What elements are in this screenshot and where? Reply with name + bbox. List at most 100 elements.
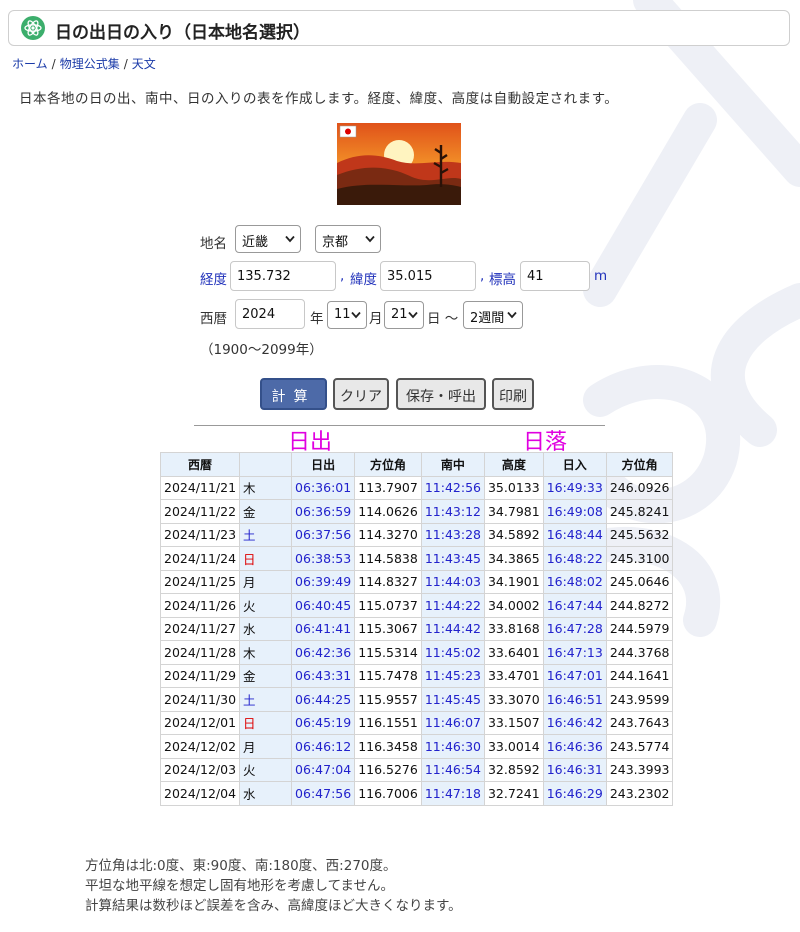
note-line: 平坦な地平線を想定し固有地形を考慮してません。 (85, 878, 395, 894)
cell-sunrise-azimuth: 116.1551 (354, 710, 422, 735)
cell-sunset-azimuth: 243.3993 (605, 757, 674, 782)
cell-transit: 11:43:45 (420, 546, 485, 571)
cell-sunset-azimuth: 243.7643 (605, 710, 674, 735)
breadcrumb-astronomy-link[interactable]: 天文 (132, 57, 156, 71)
cell-transit: 11:46:54 (420, 757, 485, 782)
cell-sunrise: 06:36:59 (291, 499, 356, 524)
cell-sunset-azimuth: 243.5774 (605, 734, 674, 759)
cell-transit: 11:46:07 (420, 710, 485, 735)
period-select[interactable]: 2週間 (463, 301, 523, 329)
region-select[interactable]: 近畿 (235, 225, 301, 253)
cell-weekday: 火 (239, 593, 293, 618)
cell-sunrise: 06:43:31 (291, 663, 356, 688)
cell-sunset-azimuth: 244.1641 (605, 663, 674, 688)
print-button[interactable]: 印刷 (492, 378, 534, 410)
place-label: 地名 (200, 236, 227, 252)
cell-sunrise: 06:40:45 (291, 593, 356, 618)
cell-sunset: 16:46:51 (542, 687, 607, 712)
city-select[interactable]: 京都 (315, 225, 381, 253)
latitude-input[interactable]: 35.015 (380, 261, 476, 291)
cell-sunrise-azimuth: 114.3270 (354, 522, 422, 547)
table-row: 2024/12/03 火 06:47:04 116.5276 11:46:54 32.85… (159, 757, 674, 782)
header-transit: 南中 (420, 452, 485, 477)
calculate-button[interactable]: 計算 (260, 378, 327, 410)
cell-sunrise-azimuth: 113.7907 (354, 475, 422, 500)
cell-sunset: 16:47:13 (542, 640, 607, 665)
cell-sunset-azimuth: 245.3100 (605, 546, 674, 571)
year-input[interactable]: 2024 (235, 299, 305, 329)
cell-weekday: 木 (239, 475, 293, 500)
header-altitude: 高度 (483, 452, 544, 477)
header-date: 西暦 (159, 452, 241, 477)
day-select[interactable]: 21 (384, 301, 424, 329)
cell-weekday: 水 (239, 616, 293, 641)
table-body: 2024/11/21 木 06:36:01 113.7907 11:42:56 35.01… (159, 475, 674, 806)
cell-date: 2024/12/01 (159, 710, 241, 735)
table-header-row: 西暦 日出 方位角 南中 高度 日入 方位角 (159, 452, 674, 477)
table-row: 2024/11/26 火 06:40:45 115.0737 11:44:22 34.00… (159, 593, 674, 618)
cell-altitude: 34.0002 (483, 593, 544, 618)
cell-sunset: 16:48:44 (542, 522, 607, 547)
note-line: 方位角は北:0度、東:90度、南:180度、西:270度。 (85, 858, 397, 874)
cell-weekday: 月 (239, 569, 293, 594)
cell-sunrise-azimuth: 114.8327 (354, 569, 422, 594)
cell-date: 2024/11/27 (159, 616, 241, 641)
year-range-note: （1900〜2099年） (200, 342, 323, 358)
breadcrumb-separator: / (123, 57, 128, 71)
cell-weekday: 土 (239, 522, 293, 547)
cell-altitude: 34.5892 (483, 522, 544, 547)
altitude-label: 標高 (489, 272, 516, 288)
header-sunset: 日入 (542, 452, 607, 477)
cell-sunset: 16:49:08 (542, 499, 607, 524)
cell-sunrise-azimuth: 115.9557 (354, 687, 422, 712)
cell-sunset: 16:48:02 (542, 569, 607, 594)
chevron-down-icon (507, 311, 517, 319)
cell-weekday: 日 (239, 710, 293, 735)
breadcrumb-separator: / (51, 57, 56, 71)
cell-altitude: 33.6401 (483, 640, 544, 665)
cell-sunset-azimuth: 244.5979 (605, 616, 674, 641)
table-row: 2024/11/30 土 06:44:25 115.9557 11:45:45 33.30… (159, 687, 674, 712)
breadcrumb-home-link[interactable]: ホーム (12, 57, 48, 71)
clear-button[interactable]: クリア (333, 378, 389, 410)
period-select-value: 2週間 (470, 311, 505, 326)
latitude-label: 緯度 (350, 272, 377, 288)
cell-sunrise: 06:37:56 (291, 522, 356, 547)
cell-altitude: 33.1507 (483, 710, 544, 735)
cell-sunrise-azimuth: 116.5276 (354, 757, 422, 782)
month-select[interactable]: 11 (327, 301, 367, 329)
page-header: 日の出日の入り（日本地名選択） (8, 10, 790, 46)
cell-date: 2024/12/04 (159, 781, 241, 806)
cell-sunset-azimuth: 245.0646 (605, 569, 674, 594)
note-line: 計算結果は数秒ほど誤差を含み、高緯度ほど大きくなります。 (85, 898, 462, 914)
cell-date: 2024/11/29 (159, 663, 241, 688)
cell-weekday: 月 (239, 734, 293, 759)
cell-sunrise: 06:36:01 (291, 475, 356, 500)
table-row: 2024/11/28 木 06:42:36 115.5314 11:45:02 33.64… (159, 640, 674, 665)
era-label: 西暦 (200, 311, 227, 327)
month-unit: 月 (369, 311, 383, 327)
save-load-button[interactable]: 保存・呼出 (396, 378, 486, 410)
cell-date: 2024/11/23 (159, 522, 241, 547)
cell-sunrise-azimuth: 115.3067 (354, 616, 422, 641)
cell-altitude: 34.1901 (483, 569, 544, 594)
cell-transit: 11:45:23 (420, 663, 485, 688)
cell-sunset-azimuth: 245.5632 (605, 522, 674, 547)
cell-sunset: 16:47:44 (542, 593, 607, 618)
breadcrumb-physics-link[interactable]: 物理公式集 (60, 57, 120, 71)
cell-sunset: 16:47:01 (542, 663, 607, 688)
comma-separator: , (340, 268, 345, 284)
table-row: 2024/11/29 金 06:43:31 115.7478 11:45:23 33.47… (159, 663, 674, 688)
longitude-input[interactable]: 135.732 (230, 261, 336, 291)
table-row: 2024/12/04 水 06:47:56 116.7006 11:47:18 32.72… (159, 781, 674, 806)
cell-altitude: 33.0014 (483, 734, 544, 759)
header-sunset-azimuth: 方位角 (605, 452, 674, 477)
cell-sunset: 16:46:29 (542, 781, 607, 806)
cell-sunrise: 06:45:19 (291, 710, 356, 735)
chevron-down-icon (365, 235, 375, 243)
chevron-down-icon (285, 235, 295, 243)
year-unit: 年 (310, 311, 324, 327)
table-row: 2024/11/24 日 06:38:53 114.5838 11:43:45 34.38… (159, 546, 674, 571)
cell-sunrise: 06:47:04 (291, 757, 356, 782)
altitude-input[interactable]: 41 (520, 261, 590, 291)
